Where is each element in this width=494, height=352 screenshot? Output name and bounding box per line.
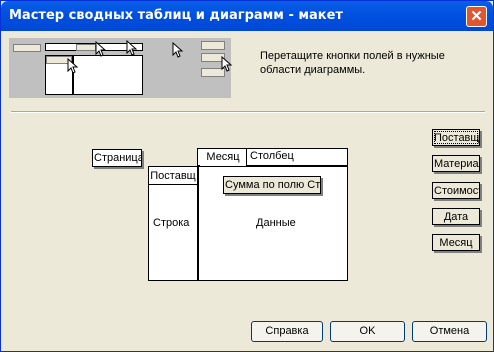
field-button-material[interactable]: Материал — [432, 155, 480, 172]
ok-button[interactable]: OK — [330, 321, 405, 342]
cursor-arrow-icon — [172, 42, 184, 58]
data-field-button-sum[interactable]: Сумма по полю Сто — [223, 176, 321, 194]
instruction-text: Перетащите кнопки полей в нужные области… — [260, 50, 445, 76]
layout-preview-illustration — [9, 38, 233, 98]
cursor-arrow-icon — [67, 58, 79, 74]
preview-page-button — [13, 44, 41, 52]
row-field-button-supplier[interactable]: Поставщ — [149, 168, 197, 185]
field-button-supplier[interactable]: Поставщ — [432, 129, 480, 146]
separator-line — [11, 111, 485, 113]
window-title: Мастер сводных таблиц и диаграмм - макет — [9, 8, 343, 23]
dialog-client-area: Перетащите кнопки полей в нужные области… — [4, 31, 490, 349]
column-area-label: Столбец — [250, 150, 294, 162]
field-button-month[interactable]: Месяц — [432, 234, 480, 251]
preview-field-button — [201, 41, 225, 50]
preview-column-button — [76, 44, 96, 51]
field-button-cost[interactable]: Стоимост — [432, 182, 480, 199]
preview-data-area — [73, 55, 143, 95]
column-field-button-month[interactable]: Месяц — [200, 149, 247, 166]
cursor-arrow-icon — [221, 56, 233, 72]
cursor-arrow-icon — [95, 41, 107, 57]
cancel-button[interactable]: Отмена — [412, 321, 487, 342]
cursor-arrow-icon — [126, 40, 138, 56]
data-area-label: Данные — [256, 217, 296, 229]
close-button[interactable]: ✕ — [466, 6, 487, 27]
pivot-wizard-dialog: Мастер сводных таблиц и диаграмм - макет… — [0, 0, 494, 352]
row-area-label: Строка — [153, 217, 190, 229]
page-area-button[interactable]: Страница — [92, 149, 142, 167]
field-button-date[interactable]: Дата — [432, 208, 480, 225]
help-button[interactable]: Справка — [251, 321, 323, 342]
title-bar[interactable]: Мастер сводных таблиц и диаграмм - макет… — [1, 1, 493, 31]
